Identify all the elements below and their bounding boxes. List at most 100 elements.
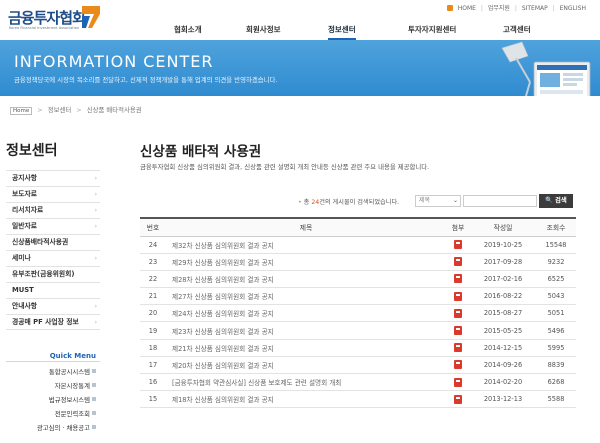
sidebar-item-fsc[interactable]: 유부조판(금융위원회) — [6, 266, 100, 282]
chevron-down-icon: ⌄ — [452, 197, 458, 204]
pdf-icon[interactable] — [454, 377, 462, 387]
attachment-cell — [446, 373, 470, 392]
hero-banner: INFORMATION CENTER 금융정책당국에 시장의 목소리를 전달하고… — [0, 40, 600, 96]
pdf-icon[interactable] — [454, 291, 462, 301]
bullet-icon: • — [298, 199, 302, 206]
table-row[interactable]: 20 제24차 신상품 심의위원회 결과 공지 2015-08-27 5051 — [140, 304, 576, 323]
row-views: 5588 — [536, 390, 576, 409]
attachment-cell — [446, 287, 470, 306]
table-row[interactable]: 22 제28차 신상품 심의위원회 결과 공지 2017-02-16 6525 — [140, 270, 576, 289]
search-button[interactable]: 🔍 검색 — [539, 194, 573, 208]
row-date: 2015-08-27 — [470, 304, 536, 323]
row-date: 2015-05-25 — [470, 321, 536, 340]
quick-item-disclosure[interactable]: 통합공시시스템 — [6, 365, 100, 379]
sidebar-item-notice[interactable]: 공지사항 › — [6, 170, 100, 186]
table-row[interactable]: 15 제18차 신상품 심의위원회 결과 공지 2013-12-13 5588 — [140, 390, 576, 409]
sidebar-title: 정보센터 — [6, 143, 58, 159]
quick-item-ads-jobs[interactable]: 광고심의 · 채용공고 — [6, 421, 100, 435]
row-number: 20 — [140, 304, 166, 323]
quick-menu-title: Quick Menu — [49, 352, 96, 360]
attachment-cell — [446, 304, 470, 323]
divider: | — [514, 5, 517, 12]
pdf-icon[interactable] — [454, 240, 462, 250]
row-views: 6525 — [536, 270, 576, 289]
row-number: 23 — [140, 253, 166, 271]
breadcrumb-current: 신상품 배타적사용권 — [86, 106, 142, 114]
pdf-icon[interactable] — [454, 274, 462, 284]
chevron-right-icon: › — [94, 303, 97, 310]
sidebar-item-exclusive-rights[interactable]: 신상품배타적사용권 — [6, 234, 100, 250]
row-title-link[interactable]: [금융투자협회 약관심사실] 신상품 보호제도 관련 설명회 개최 — [166, 373, 446, 392]
util-link-support[interactable]: 업무지원 — [488, 3, 510, 12]
quick-item-regulation[interactable]: 법규정보시스템 — [6, 393, 100, 407]
nav-customer-center[interactable]: 고객센터 — [503, 24, 531, 40]
pdf-icon[interactable] — [454, 326, 462, 336]
board-table: 번호 제목 첨부 작성일 조회수 24 제32차 신상품 심의위원회 결과 공지 2… — [140, 217, 576, 409]
row-views: 6268 — [536, 373, 576, 392]
table-row[interactable]: 21 제27차 신상품 심의위원회 결과 공지 2016-08-22 5043 — [140, 287, 576, 306]
row-title-link[interactable]: 제21차 신상품 심의위원회 결과 공지 — [166, 339, 446, 357]
quick-item-professionals[interactable]: 전문인력조회 — [6, 407, 100, 421]
breadcrumb-home[interactable]: Home — [10, 107, 33, 115]
pdf-icon[interactable] — [454, 343, 462, 353]
column-header-attachment: 첨부 — [446, 217, 470, 237]
breadcrumb-separator: > — [37, 106, 43, 114]
quick-item-statistics[interactable]: 자본시장통계 — [6, 379, 100, 393]
nav-about[interactable]: 협회소개 — [174, 24, 202, 40]
table-row[interactable]: 24 제32차 신상품 심의위원회 결과 공지 2019-10-25 15548 — [140, 236, 576, 254]
column-header-number: 번호 — [140, 217, 166, 237]
row-views: 15548 — [536, 236, 576, 254]
chevron-right-icon: › — [94, 191, 97, 198]
row-title-link[interactable]: 제32차 신상품 심의위원회 결과 공지 — [166, 236, 446, 254]
table-row[interactable]: 18 제21차 신상품 심의위원회 결과 공지 2014-12-15 5995 — [140, 339, 576, 357]
row-date: 2014-09-26 — [470, 356, 536, 375]
row-title-link[interactable]: 제23차 신상품 심의위원회 결과 공지 — [166, 321, 446, 340]
sidebar-item-press[interactable]: 보도자료 › — [6, 186, 100, 202]
sidebar-item-research[interactable]: 리서치자료 › — [6, 202, 100, 218]
bullet-icon — [92, 411, 96, 415]
sidebar-item-seminar[interactable]: 세미나 › — [6, 250, 100, 266]
row-title-link[interactable]: 제18차 신상품 심의위원회 결과 공지 — [166, 390, 446, 409]
pdf-icon[interactable] — [454, 394, 462, 404]
row-title-link[interactable]: 제29차 신상품 심의위원회 결과 공지 — [166, 253, 446, 271]
search-icon: 🔍 — [545, 197, 554, 204]
sidebar-item-must[interactable]: MUST — [6, 282, 100, 298]
sidebar-item-guide[interactable]: 안내사항 › — [6, 298, 100, 314]
banner-subtitle: 금융정책당국에 시장의 목소리를 전달하고, 선제적 정책개발을 통해 업계의 … — [14, 76, 278, 84]
nav-investor-center[interactable]: 투자자지원센터 — [408, 24, 456, 40]
util-home-link[interactable]: HOME — [446, 5, 476, 12]
pdf-icon[interactable] — [454, 257, 462, 267]
column-header-date: 작성일 — [470, 217, 536, 237]
row-title-link[interactable]: 제24차 신상품 심의위원회 결과 공지 — [166, 304, 446, 323]
table-row[interactable]: 19 제23차 신상품 심의위원회 결과 공지 2015-05-25 5496 — [140, 321, 576, 340]
chevron-right-icon: › — [94, 207, 97, 214]
row-title-link[interactable]: 제27차 신상품 심의위원회 결과 공지 — [166, 287, 446, 306]
pdf-icon[interactable] — [454, 360, 462, 370]
table-row[interactable]: 23 제29차 신상품 심의위원회 결과 공지 2017-09-28 9232 — [140, 253, 576, 271]
util-link-english[interactable]: ENGLISH — [560, 5, 586, 12]
breadcrumb-info-center[interactable]: 정보센터 — [48, 106, 72, 114]
table-row[interactable]: 17 제20차 신상품 심의위원회 결과 공지 2014-09-26 8839 — [140, 356, 576, 375]
sidebar-item-general[interactable]: 일반자료 › — [6, 218, 100, 234]
row-views: 8839 — [536, 356, 576, 375]
row-date: 2019-10-25 — [470, 236, 536, 254]
attachment-cell — [446, 390, 470, 409]
row-date: 2014-02-20 — [470, 373, 536, 392]
search-field-select[interactable]: 제목 ⌄ — [415, 195, 461, 207]
row-date: 2017-09-28 — [470, 253, 536, 271]
site-logo[interactable]: 금융투자협회 Korea Financial Investment Associ… — [8, 4, 108, 34]
nav-info-center[interactable]: 정보센터 — [328, 24, 356, 40]
row-date: 2013-12-13 — [470, 390, 536, 409]
search-input[interactable] — [463, 195, 537, 207]
table-row[interactable]: 16 [금융투자협회 약관심사실] 신상품 보호제도 관련 설명회 개최 2014-… — [140, 373, 576, 392]
chevron-right-icon: › — [94, 255, 97, 262]
row-title-link[interactable]: 제20차 신상품 심의위원회 결과 공지 — [166, 356, 446, 375]
sidebar-item-pf-info[interactable]: 경공매 PF 사업장 정보 › — [6, 314, 100, 330]
table-header-row: 번호 제목 첨부 작성일 조회수 — [140, 217, 576, 237]
row-date: 2014-12-15 — [470, 339, 536, 357]
row-title-link[interactable]: 제28차 신상품 심의위원회 결과 공지 — [166, 270, 446, 289]
nav-members[interactable]: 회원사정보 — [246, 24, 281, 40]
home-icon — [446, 5, 453, 11]
util-link-sitemap[interactable]: SITEMAP — [522, 5, 548, 12]
pdf-icon[interactable] — [454, 308, 462, 318]
